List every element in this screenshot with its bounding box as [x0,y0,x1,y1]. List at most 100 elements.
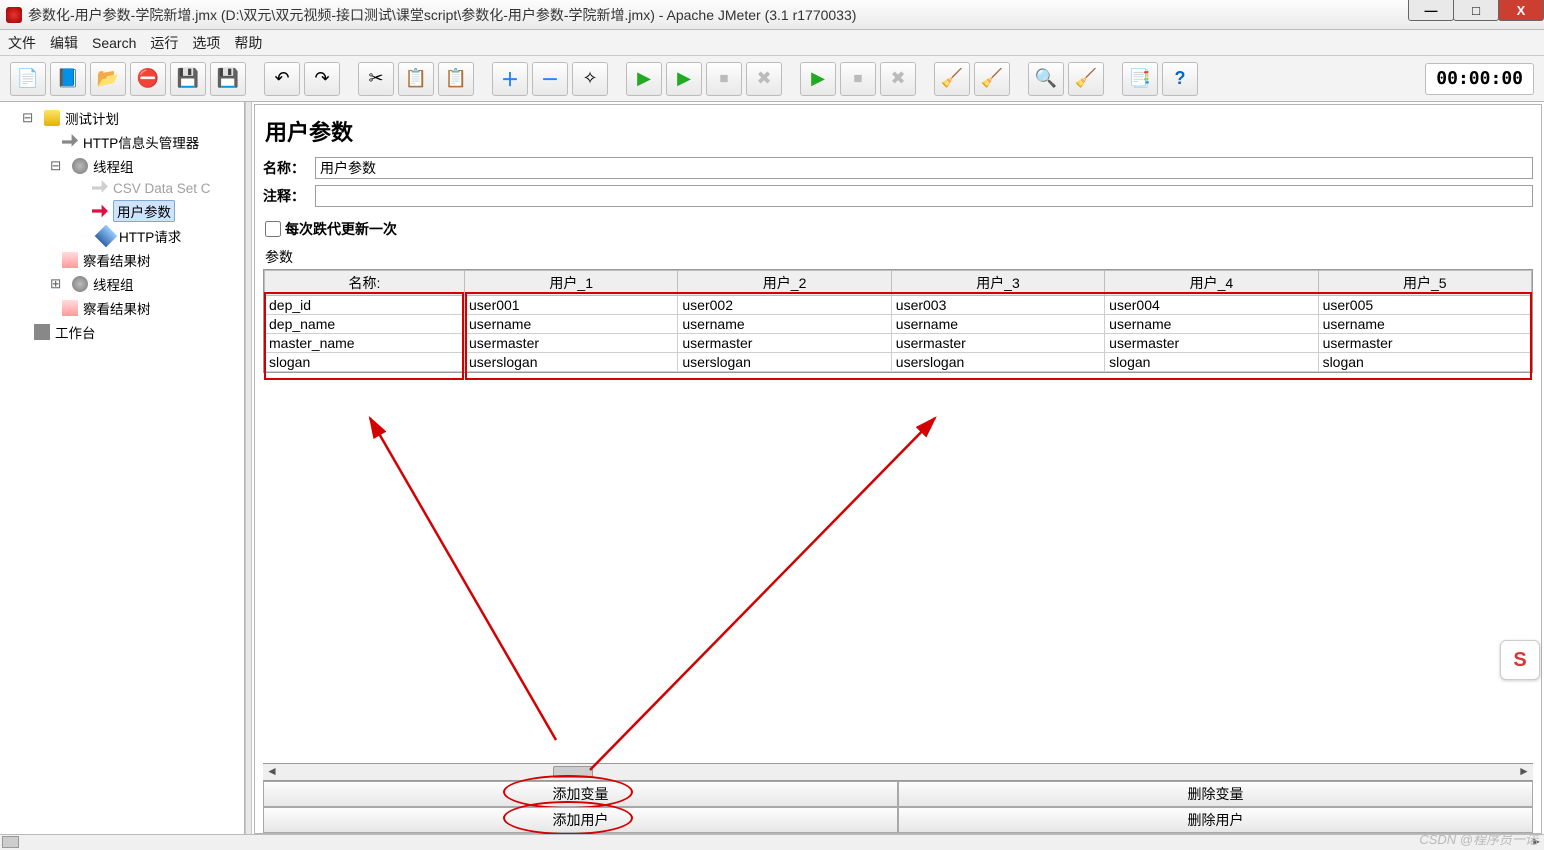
tool-redo[interactable]: ↷ [304,62,340,96]
table-row[interactable]: sloganusersloganusersloganusersloganslog… [265,353,1532,372]
table-cell[interactable]: user005 [1318,296,1531,315]
tool-expand[interactable]: ＋ [492,62,528,96]
tree-workbench[interactable]: 工作台 [55,322,96,342]
tool-search[interactable]: 🔍 [1028,62,1064,96]
tool-start-no-timers[interactable]: ▶ [666,62,702,96]
tree-http-request[interactable]: HTTP请求 [119,226,181,246]
table-cell[interactable]: slogan [1105,353,1318,372]
table-cell[interactable]: master_name [265,334,465,353]
test-plan-tree[interactable]: ⊟测试计划 HTTP信息头管理器 ⊟线程组 CSV Data Set C 用户参… [0,102,245,834]
add-variable-button[interactable]: 添加变量 [263,781,898,807]
tool-clear[interactable]: 🧹 [934,62,970,96]
tree-thread-group-1[interactable]: 线程组 [93,156,134,176]
window-maximize[interactable]: □ [1453,0,1499,21]
content-panel: 用户参数 名称： 注释： 每次跌代更新一次 参数 名称:用户_1用户_2用户_3… [252,102,1544,834]
splitter[interactable] [245,102,252,834]
table-cell[interactable]: slogan [265,353,465,372]
col-header[interactable]: 用户_1 [465,271,678,296]
table-cell[interactable]: slogan [1318,353,1531,372]
tool-copy[interactable]: 📋 [398,62,434,96]
tool-saveas[interactable]: 💾 [210,62,246,96]
tool-reset-search[interactable]: 🧹 [1068,62,1104,96]
table-cell[interactable]: usermaster [1105,334,1318,353]
delete-variable-button[interactable]: 删除变量 [898,781,1533,807]
tool-stop[interactable]: ⏹ [706,62,742,96]
table-row[interactable]: dep_nameusernameusernameusernameusername… [265,315,1532,334]
tool-remote-stop[interactable]: ⏹ [840,62,876,96]
tool-shutdown[interactable]: ✖ [746,62,782,96]
col-header[interactable]: 用户_4 [1105,271,1318,296]
table-cell[interactable]: dep_id [265,296,465,315]
gear-icon [72,276,88,292]
app-icon [6,7,22,23]
menu-file[interactable]: 文件 [8,33,36,53]
tool-undo[interactable]: ↶ [264,62,300,96]
tool-help[interactable]: ? [1162,62,1198,96]
tool-start[interactable]: ▶ [626,62,662,96]
tool-close[interactable]: ⛔ [130,62,166,96]
tool-function-helper[interactable]: 📑 [1122,62,1158,96]
col-header[interactable]: 用户_3 [891,271,1104,296]
ime-indicator[interactable]: S [1500,640,1540,680]
window-minimize[interactable]: — [1408,0,1454,21]
tool-toggle[interactable]: ✧ [572,62,608,96]
window-title: 参数化-用户参数-学院新增.jmx (D:\双元\双元视频-接口测试\课堂scr… [28,5,856,25]
tree-thread-group-2[interactable]: 线程组 [93,274,134,294]
tree-results-1[interactable]: 察看结果树 [83,250,151,270]
table-cell[interactable]: userslogan [678,353,891,372]
tool-remote-shutdown[interactable]: ✖ [880,62,916,96]
tool-paste[interactable]: 📋 [438,62,474,96]
table-cell[interactable]: user003 [891,296,1104,315]
tool-save[interactable]: 💾 [170,62,206,96]
tool-clear-all[interactable]: 🧹 [974,62,1010,96]
menu-search[interactable]: Search [92,35,136,51]
table-row[interactable]: dep_iduser001user002user003user004user00… [265,296,1532,315]
tool-templates[interactable]: 📘 [50,62,86,96]
table-cell[interactable]: username [1105,315,1318,334]
add-user-button[interactable]: 添加用户 [263,807,898,833]
update-once-label: 每次跌代更新一次 [285,219,397,239]
table-cell[interactable]: user001 [465,296,678,315]
col-header[interactable]: 名称: [265,271,465,296]
table-cell[interactable]: userslogan [891,353,1104,372]
col-header[interactable]: 用户_5 [1318,271,1531,296]
tool-collapse[interactable]: － [532,62,568,96]
tool-cut[interactable]: ✂ [358,62,394,96]
wrench-icon [62,134,78,150]
table-cell[interactable]: dep_name [265,315,465,334]
comment-field[interactable] [315,185,1533,207]
table-cell[interactable]: username [465,315,678,334]
menu-run[interactable]: 运行 [150,33,178,53]
table-cell[interactable]: username [1318,315,1531,334]
tree-csv[interactable]: CSV Data Set C [113,181,211,196]
tree-user-parameters[interactable]: 用户参数 [113,200,175,222]
update-once-per-iter-checkbox[interactable] [265,221,281,237]
table-cell[interactable]: usermaster [891,334,1104,353]
tree-test-plan[interactable]: 测试计划 [65,108,119,128]
tree-results-2[interactable]: 察看结果树 [83,298,151,318]
table-h-scrollbar[interactable]: ◄► [263,763,1533,781]
parameters-table[interactable]: 名称:用户_1用户_2用户_3用户_4用户_5 dep_iduser001use… [264,270,1532,372]
name-field[interactable] [315,157,1533,179]
col-header[interactable]: 用户_2 [678,271,891,296]
table-cell[interactable]: usermaster [1318,334,1531,353]
table-cell[interactable]: user002 [678,296,891,315]
table-cell[interactable]: user004 [1105,296,1318,315]
menu-options[interactable]: 选项 [192,33,220,53]
tree-header-manager[interactable]: HTTP信息头管理器 [83,132,199,152]
table-cell[interactable]: usermaster [465,334,678,353]
table-cell[interactable]: username [678,315,891,334]
toolbar: 📄 📘 📂 ⛔ 💾 💾 ↶ ↷ ✂ 📋 📋 ＋ － ✧ ▶ ▶ ⏹ ✖ ▶ ⏹ … [0,56,1544,102]
table-cell[interactable]: userslogan [465,353,678,372]
tool-new[interactable]: 📄 [10,62,46,96]
tool-remote-start[interactable]: ▶ [800,62,836,96]
tool-open[interactable]: 📂 [90,62,126,96]
window-close[interactable]: X [1498,0,1544,21]
table-cell[interactable]: username [891,315,1104,334]
panel-title: 用户参数 [265,115,1533,147]
menu-help[interactable]: 帮助 [234,33,262,53]
table-cell[interactable]: usermaster [678,334,891,353]
pipette-icon [95,225,118,248]
table-row[interactable]: master_nameusermasterusermasterusermaste… [265,334,1532,353]
menu-edit[interactable]: 编辑 [50,33,78,53]
